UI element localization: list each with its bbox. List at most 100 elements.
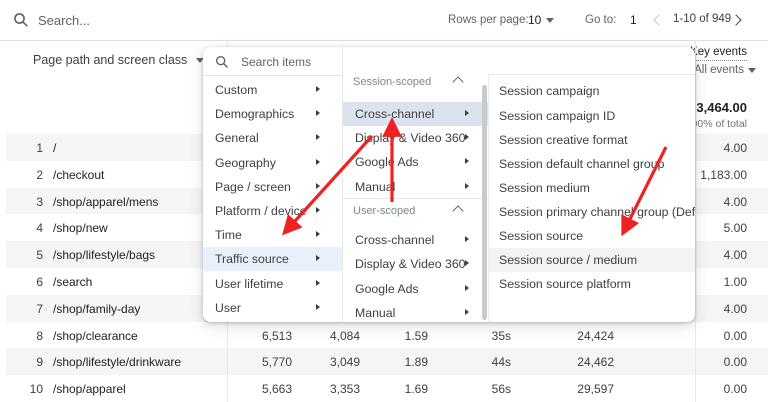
dimension-column-header[interactable]: Page path and screen class <box>33 53 204 67</box>
menu-item-session-creative-format[interactable]: Session creative format <box>489 128 695 152</box>
menu-item-traffic-source[interactable]: Traffic source <box>203 247 342 271</box>
menu-item-session-manual[interactable]: Manual <box>343 175 489 199</box>
next-page-icon[interactable] <box>730 14 741 25</box>
key-events-label: Key events <box>690 46 747 61</box>
chevron-right-icon <box>465 158 469 164</box>
menu-item-user-google-ads[interactable]: Google Ads <box>343 277 489 301</box>
menu-item-user[interactable]: User <box>203 296 342 320</box>
key-events-cell: 0.00 <box>724 355 747 369</box>
menu-item-demographics[interactable]: Demographics <box>203 102 342 126</box>
engagement-time-cell: 56s <box>492 382 511 396</box>
chevron-right-icon <box>465 285 469 291</box>
search-icon[interactable] <box>13 12 29 28</box>
rows-per-page-label: Rows per page: <box>448 14 529 26</box>
goto-label: Go to: <box>585 14 616 26</box>
menu-scrollbar[interactable] <box>482 85 487 320</box>
chevron-right-icon <box>465 236 469 242</box>
pagination-range: 1-10 of 949 <box>673 13 731 25</box>
chevron-right-icon <box>465 260 469 266</box>
rows-per-page-value[interactable]: 10 <box>528 13 541 27</box>
menu-item-session-source[interactable]: Session source <box>489 224 695 248</box>
ga4-report-screen: Search... Rows per page: 10 Go to: 1 1-1… <box>0 0 768 402</box>
session-scoped-header[interactable]: Session-scoped <box>353 76 431 88</box>
menu-item-user-cross-channel[interactable]: Cross-channel <box>343 228 489 252</box>
menu-search-input[interactable]: Search items <box>241 55 311 69</box>
row-index: 2 <box>22 168 43 182</box>
chevron-right-icon <box>316 183 320 189</box>
column-divider <box>695 40 696 402</box>
key-events-cell: 0.00 <box>724 382 747 396</box>
views-per-user-cell: 1.59 <box>405 329 428 343</box>
menu-item-session-cross-channel[interactable]: Cross-channel <box>343 102 489 126</box>
menu-item-session-dv360[interactable]: Display & Video 360 <box>343 126 489 150</box>
menu-item-session-primary-channel-group[interactable]: Session primary channel group (Default ( <box>489 200 695 224</box>
key-events-cell: 0.00 <box>724 329 747 343</box>
views-per-user-cell: 1.69 <box>405 382 428 396</box>
table-row: 8 /shop/clearance 6,513 4,084 1.59 35s 2… <box>6 322 768 350</box>
chevron-right-icon <box>316 159 320 165</box>
views-cell: 6,513 <box>262 329 292 343</box>
menu-item-user-lifetime[interactable]: User lifetime <box>203 272 342 296</box>
page-path-cell: /shop/clearance <box>53 329 138 343</box>
menu-item-page-screen[interactable]: Page / screen <box>203 175 342 199</box>
collapse-icon[interactable] <box>452 205 463 216</box>
active-users-cell: 3,353 <box>330 382 360 396</box>
menu-item-geography[interactable]: Geography <box>203 151 342 175</box>
menu-item-platform-device[interactable]: Platform / device <box>203 199 342 223</box>
chevron-down-icon[interactable] <box>546 18 554 23</box>
chevron-right-icon <box>316 207 320 213</box>
page-path-cell: /search <box>53 275 92 289</box>
menu-item-session-source-medium[interactable]: Session source / medium <box>489 248 695 272</box>
page-path-cell: /shop/apparel <box>53 382 126 396</box>
chevron-right-icon <box>316 110 320 116</box>
key-events-column-header[interactable]: Key events <box>690 46 747 58</box>
engagement-time-cell: 44s <box>492 355 511 369</box>
menu-item-session-campaign[interactable]: Session campaign <box>489 79 695 103</box>
event-count-cell: 24,462 <box>577 355 614 369</box>
row-index: 7 <box>22 302 43 316</box>
key-events-cell: 1.00 <box>724 275 747 289</box>
chevron-right-icon <box>465 309 469 315</box>
views-cell: 5,770 <box>262 355 292 369</box>
menu-item-session-google-ads[interactable]: Google Ads <box>343 150 489 174</box>
menu-item-session-campaign-id[interactable]: Session campaign ID <box>489 104 695 128</box>
key-events-cell: 4.00 <box>724 195 747 209</box>
page-path-cell: /shop/family-day <box>53 302 140 316</box>
menu-item-general[interactable]: General <box>203 126 342 150</box>
active-users-cell: 3,049 <box>330 355 360 369</box>
search-icon <box>215 55 229 69</box>
views-per-user-cell: 1.89 <box>405 355 428 369</box>
row-index: 10 <box>22 382 43 396</box>
user-scoped-header[interactable]: User-scoped <box>353 205 415 217</box>
menu-item-user-dv360[interactable]: Display & Video 360 <box>343 252 489 276</box>
chevron-right-icon <box>316 304 320 310</box>
dimension-list-panel: Session campaign Session campaign ID Ses… <box>488 74 695 322</box>
row-index: 3 <box>22 195 43 209</box>
key-events-cell: 4.00 <box>724 141 747 155</box>
page-path-cell: /shop/new <box>53 221 108 235</box>
event-count-cell: 24,424 <box>577 329 614 343</box>
prev-page-icon[interactable] <box>653 14 664 25</box>
chevron-right-icon <box>316 255 320 261</box>
menu-item-session-medium[interactable]: Session medium <box>489 176 695 200</box>
page-path-cell: /checkout <box>53 168 104 182</box>
chevron-right-icon <box>465 134 469 140</box>
menu-item-custom[interactable]: Custom <box>203 78 342 102</box>
row-index: 9 <box>22 355 43 369</box>
divider <box>343 198 489 199</box>
key-events-cell: 4.00 <box>724 248 747 262</box>
all-events-label: All events <box>694 64 744 76</box>
table-search-input[interactable]: Search... <box>38 13 90 28</box>
row-index: 4 <box>22 221 43 235</box>
menu-item-time[interactable]: Time <box>203 223 342 247</box>
goto-page-input[interactable]: 1 <box>630 13 637 27</box>
menu-item-session-default-channel-group[interactable]: Session default channel group <box>489 152 695 176</box>
dimension-category-panel: Search items Custom Demographics General… <box>203 47 342 322</box>
key-events-filter-dropdown[interactable]: All events <box>694 64 756 76</box>
menu-item-session-source-platform[interactable]: Session source platform <box>489 272 695 296</box>
page-path-cell: /shop/lifestyle/bags <box>53 248 155 262</box>
page-path-cell: / <box>53 141 56 155</box>
collapse-icon[interactable] <box>452 76 463 87</box>
menu-item-user-manual[interactable]: Manual <box>343 301 489 322</box>
page-path-cell: /shop/lifestyle/drinkware <box>53 355 181 369</box>
